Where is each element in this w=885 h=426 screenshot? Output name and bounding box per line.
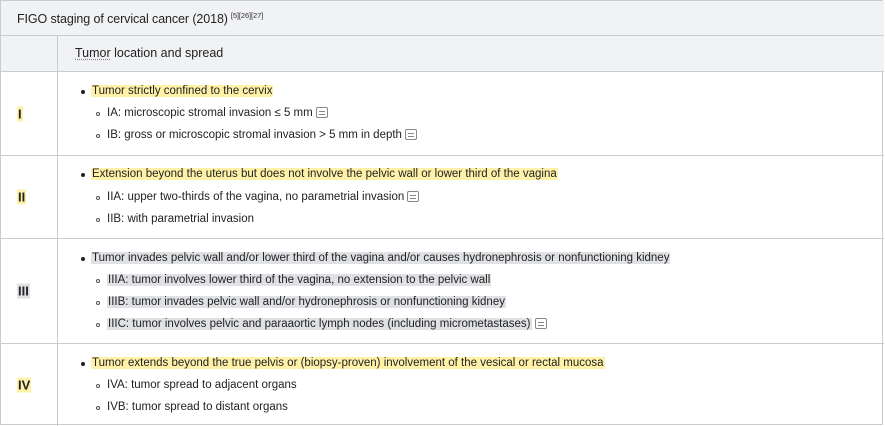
sub-bullet [96, 406, 100, 410]
stage-row-ii: II Extension beyond the uterus but does … [1, 156, 884, 239]
title-references[interactable]: [5][26][27] [231, 11, 263, 20]
sub-bullet [96, 218, 100, 222]
sub-bullet [96, 134, 100, 138]
bullet [81, 362, 85, 366]
substage-item: IIIA: tumor involves lower third of the … [107, 274, 492, 286]
stage-row-iv: IV Tumor extends beyond the true pelvis … [1, 344, 884, 426]
note-icon[interactable] [407, 191, 420, 202]
stage-cell: IV [1, 344, 58, 426]
substage-item: IVA: tumor spread to adjacent organs [107, 379, 297, 391]
substage-item: IIA: upper two-thirds of the vagina, no … [107, 189, 420, 205]
table-title-row: FIGO staging of cervical cancer (2018) [5… [1, 1, 884, 36]
column-header-row: Tumor location and spread [1, 36, 884, 72]
substage-item: IA: microscopic stromal invasion ≤ 5 mm [107, 105, 328, 121]
stage-header-cell [1, 36, 58, 71]
stage-label: IV [17, 377, 32, 393]
substage-item: IIIC: tumor involves pelvic and paraaort… [107, 316, 547, 332]
note-icon[interactable] [534, 318, 547, 329]
stage-cell: I [1, 72, 58, 155]
stage-cell: II [1, 156, 58, 238]
stage-label: I [17, 106, 23, 121]
stage-label: III [17, 283, 30, 299]
sub-bullet [96, 323, 100, 327]
substage-item: IIIB: tumor invades pelvic wall and/or h… [107, 296, 506, 308]
tumor-term-link[interactable]: Tumor [75, 46, 111, 60]
stage-description: Tumor extends beyond the true pelvis or … [91, 357, 605, 369]
table-title: FIGO staging of cervical cancer (2018) [5… [17, 11, 264, 26]
bullet [81, 173, 85, 177]
sub-bullet [96, 112, 100, 116]
stage-row-i: I Tumor strictly confined to the cervix … [1, 72, 884, 156]
stage-description: Tumor strictly confined to the cervix [91, 85, 274, 97]
stage-description: Extension beyond the uterus but does not… [91, 168, 558, 180]
staging-table: FIGO staging of cervical cancer (2018) [5… [0, 0, 884, 426]
sub-bullet [96, 196, 100, 200]
substage-item: IVB: tumor spread to distant organs [107, 401, 288, 413]
note-icon[interactable] [404, 129, 417, 140]
bullet [81, 257, 85, 261]
stage-cell: III [1, 239, 58, 343]
stage-description: Tumor invades pelvic wall and/or lower t… [91, 252, 671, 264]
sub-bullet [96, 301, 100, 305]
sub-bullet [96, 384, 100, 388]
bullet [81, 90, 85, 94]
sub-bullet [96, 279, 100, 283]
note-icon[interactable] [315, 107, 328, 118]
column-header: Tumor location and spread [75, 46, 224, 60]
substage-item: IB: gross or microscopic stromal invasio… [107, 127, 417, 143]
substage-item: IIB: with parametrial invasion [107, 213, 255, 225]
stage-label: II [17, 189, 27, 205]
stage-row-iii: III Tumor invades pelvic wall and/or low… [1, 239, 884, 344]
